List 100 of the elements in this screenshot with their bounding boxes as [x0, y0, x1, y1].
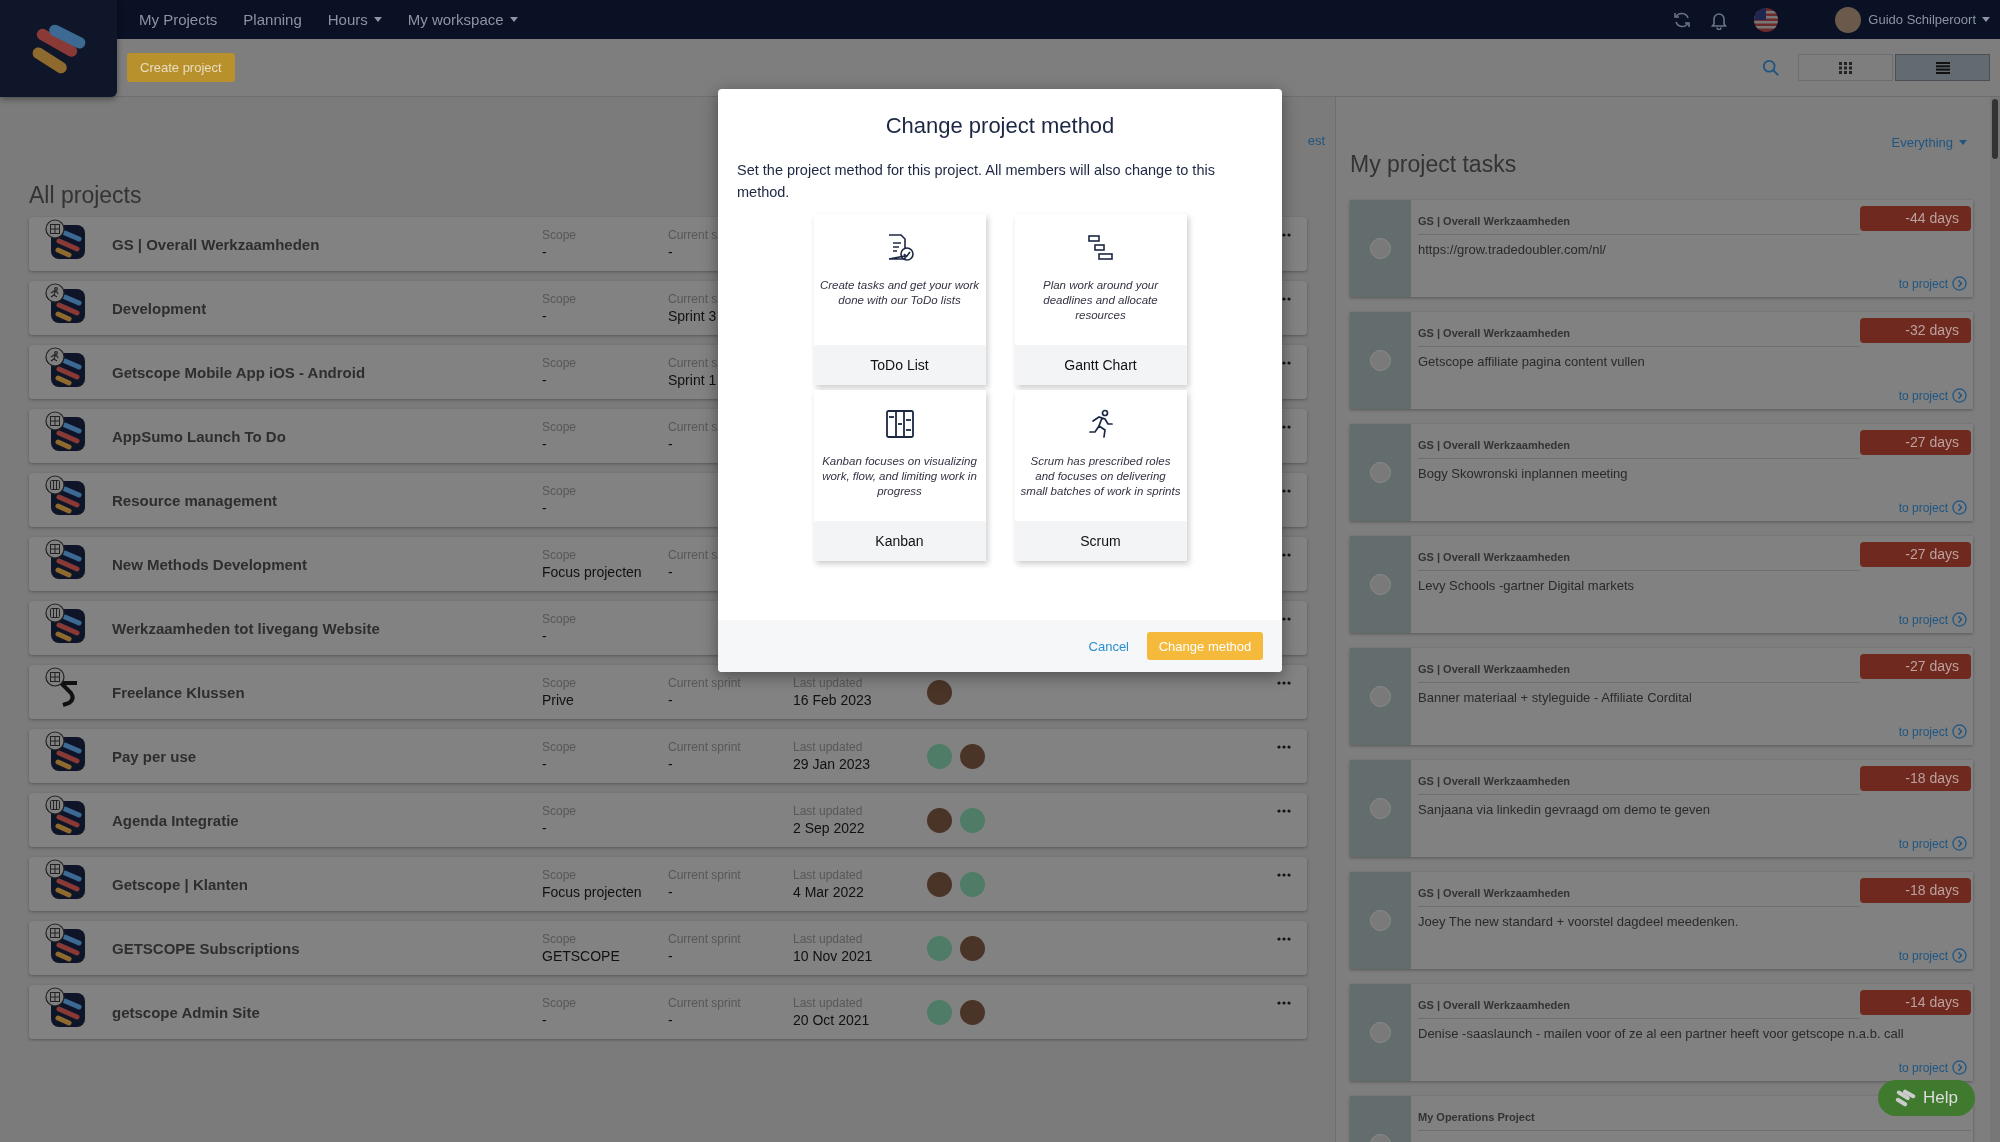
due-badge: -18 days [1860, 766, 1971, 791]
due-badge: -18 days [1860, 878, 1971, 903]
field-value: 29 Jan 2023 [793, 756, 872, 772]
project-logo-icon [45, 731, 85, 771]
method-name: Scrum [1014, 521, 1187, 561]
project-logo-icon [45, 603, 85, 643]
dialog-description: Set the project method for this project. All members will also change to this method. [737, 161, 1216, 202]
project-name[interactable]: Agenda Integratie [112, 811, 542, 829]
method-card[interactable]: Create tasks and get your work done with our ToDo lists ToDo List [813, 214, 986, 385]
method-card[interactable]: Kanban focuses on visualizing work, flow, and limiting work in progress Kanban [813, 390, 986, 561]
create-project-button[interactable]: Create project [127, 53, 235, 82]
change-method-button[interactable]: Change method [1147, 632, 1263, 660]
nav-link[interactable]: Planning [243, 11, 302, 28]
field-value: - [542, 628, 548, 644]
project-name[interactable]: New Methods Development [112, 555, 542, 573]
task-project: GS | Overall Werkzaamheden [1418, 430, 1860, 459]
project-name[interactable]: Pay per use [112, 747, 542, 765]
field-value: Focus projecten [542, 564, 643, 580]
field-value: - [542, 500, 548, 516]
caret-icon [373, 17, 382, 22]
project-name[interactable]: AppSumo Launch To Do [112, 427, 542, 445]
chevron-circle-icon [1952, 612, 1967, 627]
task-checkbox[interactable] [1370, 574, 1391, 595]
task-checkbox[interactable] [1370, 686, 1391, 707]
nav-link[interactable]: My Projects [139, 11, 218, 28]
field-value: Sprint 1 [668, 372, 718, 388]
task-checkbox[interactable] [1370, 462, 1391, 483]
task-project: GS | Overall Werkzaamheden [1418, 206, 1860, 235]
field-value: - [668, 756, 674, 772]
project-logo-icon [45, 475, 85, 515]
task-checkbox[interactable] [1370, 238, 1391, 259]
task-title: Joey The new standard + voorstel dagdeel meedenken. [1418, 914, 1740, 929]
caret-icon [1959, 140, 1967, 145]
nav-link[interactable]: Hours [327, 11, 382, 28]
caret-icon [1982, 17, 1990, 22]
task-title: Banner materiaal + styleguide - Affiliate Cordital [1418, 690, 1693, 705]
to-project-link[interactable]: to project [1898, 1060, 1967, 1075]
field-value: - [668, 1012, 674, 1028]
chevron-circle-icon [1952, 948, 1967, 963]
field-value: 4 Mar 2022 [793, 884, 865, 900]
field-value: - [668, 436, 674, 452]
project-name[interactable]: Development [112, 299, 542, 317]
method-card[interactable]: Plan work around your deadlines and allocate resources Gantt Chart [1014, 214, 1187, 385]
list-view-button[interactable] [1895, 54, 1990, 81]
to-project-link[interactable]: to project [1898, 836, 1967, 851]
method-card[interactable]: Scrum has prescribed roles and focuses on delivering small batches of work in sprints Scrum [1014, 390, 1187, 561]
nav-link[interactable]: My workspace [407, 11, 518, 28]
due-badge: -27 days [1860, 654, 1971, 679]
task-checkbox[interactable] [1370, 350, 1391, 371]
to-project-link[interactable]: to project [1898, 948, 1967, 963]
user-avatar[interactable] [1835, 6, 1862, 33]
chevron-circle-icon [1952, 724, 1967, 739]
task-title: Sanjaana via linkedin gevraagd om demo te geven [1418, 802, 1711, 817]
due-badge: -32 days [1860, 318, 1971, 343]
cancel-link[interactable]: Cancel [1088, 638, 1129, 654]
project-logo-icon [45, 987, 85, 1027]
user-menu[interactable]: Guido Schilperoort [1868, 12, 1990, 27]
task-checkbox[interactable] [1370, 1022, 1391, 1043]
section-title: My project tasks [1350, 151, 1517, 178]
to-project-link[interactable]: to project [1898, 612, 1967, 627]
field-value: Prive [542, 692, 575, 708]
project-logo-icon [45, 411, 85, 451]
field-value: - [542, 308, 548, 324]
project-logo-icon [45, 347, 85, 387]
project-logo-icon [45, 283, 85, 323]
project-name[interactable]: Freelance Klussen [112, 683, 542, 701]
task-project: GS | Overall Werkzaamheden [1418, 542, 1860, 571]
to-project-link[interactable]: to project [1898, 724, 1967, 739]
field-value: 2 Sep 2022 [793, 820, 866, 836]
to-project-link[interactable]: to project [1898, 388, 1967, 403]
field-value: GETSCOPE [542, 948, 621, 964]
project-name[interactable]: Getscope Mobile App iOS - Android [112, 363, 542, 381]
project-name[interactable]: Getscope | Klanten [112, 875, 542, 893]
field-value: - [668, 564, 674, 580]
due-badge: -44 days [1860, 206, 1971, 231]
due-badge: -27 days [1860, 430, 1971, 455]
project-name[interactable]: GS | Overall Werkzaamheden [112, 235, 542, 253]
to-project-link[interactable]: to project [1898, 500, 1967, 515]
to-project-link[interactable]: to project [1898, 276, 1967, 291]
project-name[interactable]: getscope Admin Site [112, 1003, 542, 1021]
project-logo-icon [45, 859, 85, 899]
text-link[interactable]: est [1307, 133, 1325, 149]
field-value: - [668, 884, 674, 900]
flag-icon[interactable] [1754, 7, 1779, 32]
task-title: https://grow.tradedoubler.com/nl/ [1418, 242, 1607, 257]
grid-view-button[interactable] [1798, 54, 1893, 81]
project-logo-icon [45, 539, 85, 579]
task-project: GS | Overall Werkzaamheden [1418, 318, 1860, 347]
task-checkbox[interactable] [1370, 798, 1391, 819]
filter-dropdown[interactable]: Everything [1891, 135, 1967, 150]
app-logo[interactable] [0, 0, 117, 97]
task-checkbox[interactable] [1370, 910, 1391, 931]
task-project: GS | Overall Werkzaamheden [1418, 654, 1860, 683]
due-badge: -27 days [1860, 542, 1971, 567]
due-badge: -14 days [1860, 990, 1971, 1015]
project-name[interactable]: GETSCOPE Subscriptions [112, 939, 542, 957]
task-project: GS | Overall Werkzaamheden [1418, 990, 1860, 1019]
caret-icon [509, 17, 518, 22]
project-name[interactable]: Resource management [112, 491, 542, 509]
project-name[interactable]: Werkzaamheden tot livegang Website [112, 619, 542, 637]
